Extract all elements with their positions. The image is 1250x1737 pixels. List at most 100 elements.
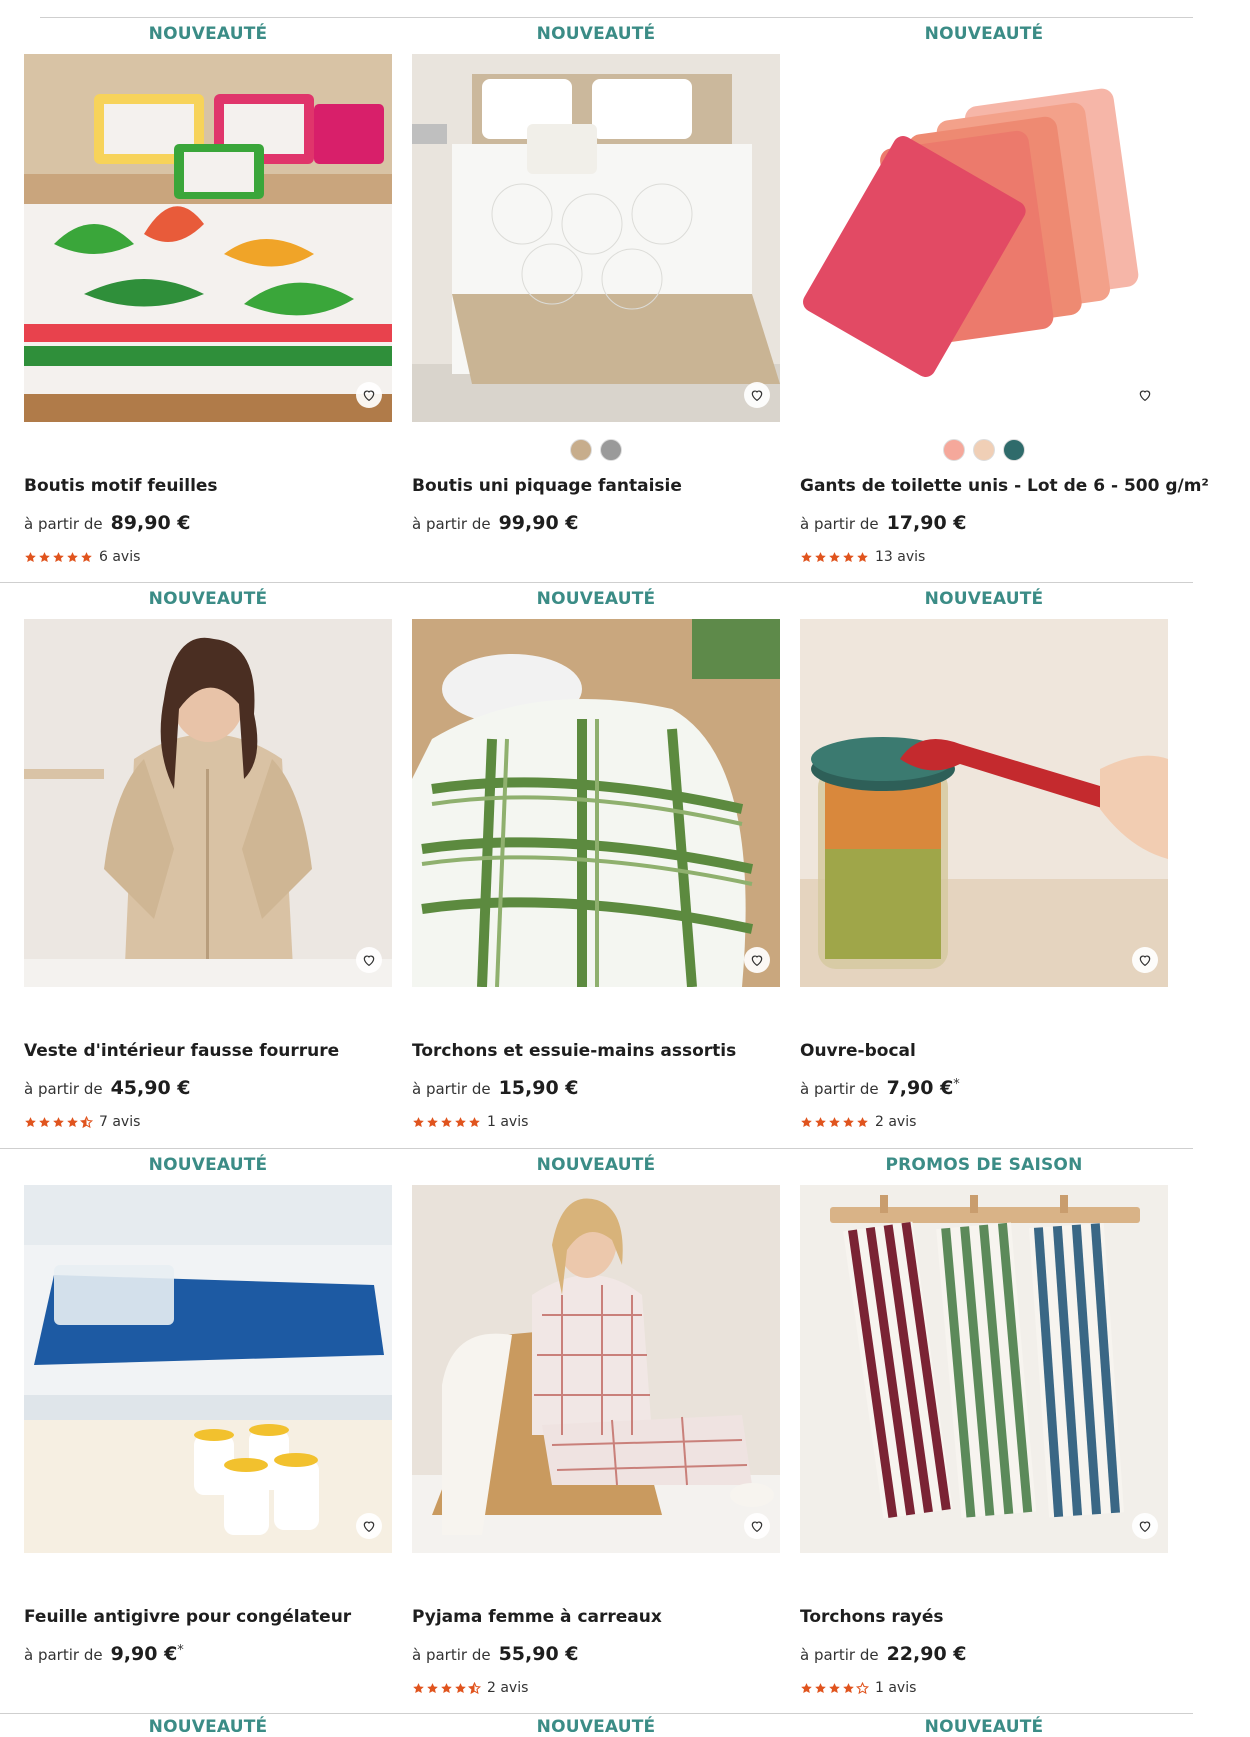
star-icon xyxy=(39,551,50,562)
product-title[interactable]: Boutis uni piquage fantaisie xyxy=(412,476,792,496)
color-swatch[interactable] xyxy=(570,439,592,461)
product-image[interactable] xyxy=(412,1185,780,1553)
star-icon xyxy=(455,1116,466,1127)
star-icon xyxy=(829,1682,840,1693)
price-prefix: à partir de xyxy=(24,1080,103,1098)
product-price: à partir de 55,90 € xyxy=(412,1643,579,1665)
star-icon xyxy=(413,1682,424,1693)
product-badge: NOUVEAUTÉ xyxy=(148,24,268,44)
product-badge: NOUVEAUTÉ xyxy=(924,1717,1044,1737)
star-icon xyxy=(815,551,826,562)
review-count: 1 avis xyxy=(875,1680,917,1696)
product-title[interactable]: Ouvre-bocal xyxy=(800,1041,1180,1061)
color-swatch[interactable] xyxy=(600,439,622,461)
product-rating[interactable]: 2 avis xyxy=(412,1680,528,1696)
product-rating[interactable]: 13 avis xyxy=(800,549,925,565)
product-price: à partir de 45,90 € xyxy=(24,1077,191,1099)
heart-outline-icon xyxy=(363,1521,375,1533)
product-price: à partir de 99,90 € xyxy=(412,512,579,534)
review-count: 2 avis xyxy=(487,1680,529,1696)
star-icon xyxy=(81,551,92,562)
star-icon xyxy=(53,1116,64,1127)
price-asterisk: * xyxy=(177,1643,184,1658)
rating-stars xyxy=(412,1116,481,1129)
review-count: 13 avis xyxy=(875,549,926,565)
product-title[interactable]: Veste d'intérieur fausse fourrure xyxy=(24,1041,404,1061)
favorite-button[interactable] xyxy=(744,947,770,973)
product-image[interactable] xyxy=(24,619,392,987)
price-prefix: à partir de xyxy=(800,1646,879,1664)
rating-stars xyxy=(24,1115,93,1129)
favorite-button[interactable] xyxy=(356,947,382,973)
price-prefix: à partir de xyxy=(800,1080,879,1098)
color-swatch[interactable] xyxy=(973,439,995,461)
price-prefix: à partir de xyxy=(800,515,879,533)
product-rating[interactable]: 1 avis xyxy=(412,1114,528,1130)
star-icon xyxy=(67,551,78,562)
rating-stars xyxy=(24,551,93,564)
product-badge: NOUVEAUTÉ xyxy=(924,589,1044,609)
rating-stars xyxy=(800,551,869,564)
color-swatch[interactable] xyxy=(943,439,965,461)
product-image[interactable] xyxy=(800,54,1168,422)
product-rating[interactable]: 1 avis xyxy=(800,1680,916,1696)
product-image[interactable] xyxy=(24,1185,392,1553)
product-badge: NOUVEAUTÉ xyxy=(536,1155,656,1175)
price-asterisk: * xyxy=(953,1077,960,1092)
review-count: 1 avis xyxy=(487,1114,529,1130)
star-icon xyxy=(829,551,840,562)
price-value: 9,90 € xyxy=(110,1643,178,1665)
product-image[interactable] xyxy=(800,619,1168,987)
product-image[interactable] xyxy=(24,54,392,422)
color-swatches[interactable] xyxy=(412,439,780,463)
product-title[interactable]: Torchons rayés xyxy=(800,1607,1180,1627)
product-badge: NOUVEAUTÉ xyxy=(148,1717,268,1737)
star-icon xyxy=(441,1116,452,1127)
price-value: 7,90 € xyxy=(886,1077,954,1099)
star-icon xyxy=(815,1682,826,1693)
row-separator xyxy=(0,1713,1193,1714)
favorite-button[interactable] xyxy=(744,1513,770,1539)
price-value: 22,90 € xyxy=(886,1643,967,1665)
price-prefix: à partir de xyxy=(24,1646,103,1664)
price-value: 15,90 € xyxy=(498,1077,579,1099)
product-price: à partir de 22,90 € xyxy=(800,1643,967,1665)
product-image[interactable] xyxy=(412,54,780,422)
star-icon xyxy=(843,1682,854,1693)
product-badge: PROMOS DE SAISON xyxy=(885,1155,1083,1175)
color-swatches xyxy=(24,439,392,463)
star-icon xyxy=(843,1116,854,1127)
product-title[interactable]: Torchons et essuie-mains assortis xyxy=(412,1041,792,1061)
star-icon xyxy=(856,1681,869,1694)
product-title[interactable]: Feuille antigivre pour congélateur xyxy=(24,1607,404,1627)
product-title[interactable]: Boutis motif feuilles xyxy=(24,476,404,496)
product-image[interactable] xyxy=(412,619,780,987)
heart-outline-icon xyxy=(751,390,763,402)
favorite-button[interactable] xyxy=(356,1513,382,1539)
favorite-button[interactable] xyxy=(356,382,382,408)
favorite-button[interactable] xyxy=(1132,382,1158,408)
price-value: 99,90 € xyxy=(498,512,579,534)
product-title[interactable]: Gants de toilette unis - Lot de 6 - 500 … xyxy=(800,476,1209,496)
product-rating[interactable]: 2 avis xyxy=(800,1114,916,1130)
row-separator xyxy=(0,1148,1193,1149)
product-image[interactable] xyxy=(800,1185,1168,1553)
product-title[interactable]: Pyjama femme à carreaux xyxy=(412,1607,792,1627)
color-swatches[interactable] xyxy=(800,439,1168,463)
heart-outline-icon xyxy=(751,1521,763,1533)
heart-outline-icon xyxy=(1139,955,1151,967)
star-icon xyxy=(801,551,812,562)
star-icon xyxy=(829,1116,840,1127)
review-count: 7 avis xyxy=(99,1114,141,1130)
color-swatch[interactable] xyxy=(1003,439,1025,461)
product-rating[interactable]: 6 avis xyxy=(24,549,140,565)
star-icon xyxy=(801,1682,812,1693)
star-icon xyxy=(80,1115,93,1128)
star-icon xyxy=(857,551,868,562)
product-rating[interactable]: 7 avis xyxy=(24,1114,140,1130)
star-icon xyxy=(67,1116,78,1127)
favorite-button[interactable] xyxy=(744,382,770,408)
favorite-button[interactable] xyxy=(1132,947,1158,973)
favorite-button[interactable] xyxy=(1132,1513,1158,1539)
star-icon xyxy=(427,1116,438,1127)
